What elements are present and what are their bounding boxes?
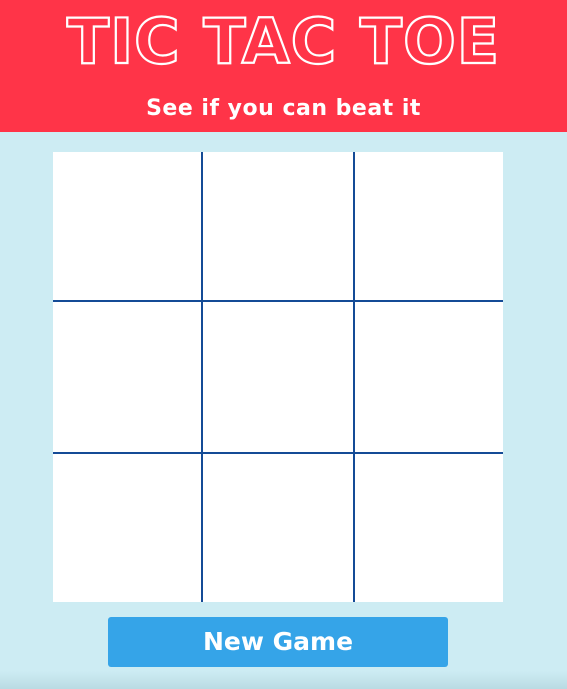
page-bottom-shadow	[0, 671, 567, 689]
board-cell-7[interactable]	[53, 454, 201, 602]
board-cell-1[interactable]	[53, 152, 201, 300]
tic-tac-toe-board	[53, 152, 503, 602]
board-cell-8[interactable]	[203, 454, 353, 602]
game-title: TIC TAC TOE	[66, 4, 501, 79]
board-cell-4[interactable]	[53, 302, 201, 452]
board-cell-9[interactable]	[355, 454, 503, 602]
board-cell-2[interactable]	[203, 152, 353, 300]
board-cell-5[interactable]	[203, 302, 353, 452]
board-cell-6[interactable]	[355, 302, 503, 452]
board-cell-3[interactable]	[355, 152, 503, 300]
game-subtitle: See if you can beat it	[146, 96, 421, 121]
new-game-button[interactable]: New Game	[108, 617, 448, 667]
header: TIC TAC TOE See if you can beat it	[0, 0, 567, 132]
